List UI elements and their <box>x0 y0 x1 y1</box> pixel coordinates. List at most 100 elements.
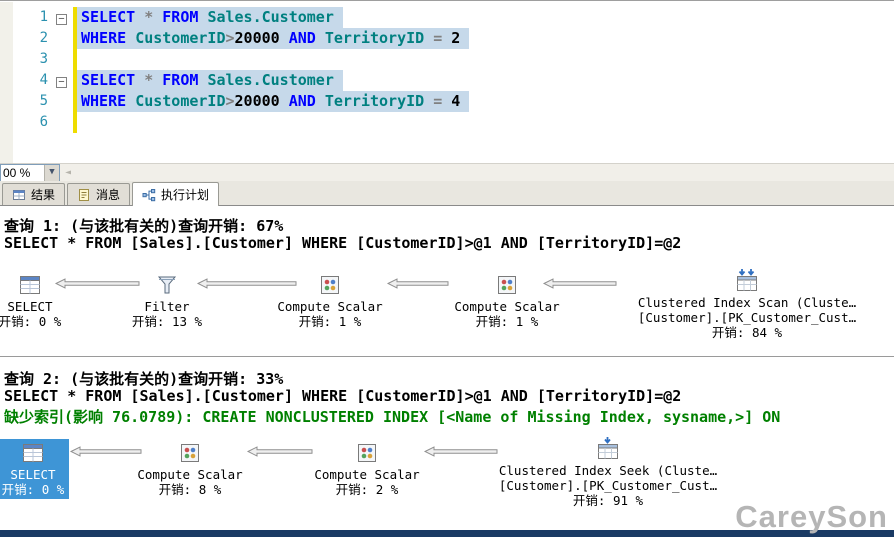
index-scan-icon <box>734 268 760 294</box>
sql-token: SELECT <box>81 8 135 26</box>
sql-token <box>126 29 135 47</box>
sql-token: TerritoryID <box>325 92 424 110</box>
tab-label: 执行计划 <box>161 186 209 203</box>
query-header: 查询 2: (与该批有关的)查询开销: 33% <box>0 360 894 387</box>
node-cost: 开销: 8 % <box>137 482 242 497</box>
line-number: 1 <box>0 7 56 28</box>
query-statement: SELECT * FROM [Sales].[Customer] WHERE [… <box>0 234 894 253</box>
plan-node-box: Compute Scalar开销: 2 % <box>309 439 424 499</box>
node-cost: 开销: 84 % <box>638 325 856 340</box>
ssms-query-window: 1−SELECT * FROM Sales.Customer2WHERE Cus… <box>0 0 894 537</box>
code-text: SELECT * FROM Sales.Customer <box>77 70 343 91</box>
sql-token: 2 <box>451 29 460 47</box>
plan-node-clustered-index-seek[interactable]: Clustered Index Seek (Cluste…[Customer].… <box>468 435 748 510</box>
sql-token: = <box>424 92 451 110</box>
compute-scalar-icon <box>317 272 343 298</box>
sql-editor[interactable]: 1−SELECT * FROM Sales.Customer2WHERE Cus… <box>0 2 894 163</box>
results-tab-bar: 结果消息 执行计划 <box>0 181 894 206</box>
query-header: 查询 1: (与该批有关的)查询开销: 67% <box>0 207 894 234</box>
tab-execution-plan[interactable]: 执行计划 <box>132 182 219 206</box>
zoom-value: 00 % <box>1 166 44 180</box>
scroll-left-icon[interactable]: ◄ <box>65 167 71 178</box>
sql-token: AND <box>289 29 316 47</box>
results-grid-icon <box>12 188 26 202</box>
sql-token <box>280 29 289 47</box>
code-text <box>77 49 90 70</box>
editor-line[interactable]: 2WHERE CustomerID>20000 AND TerritoryID … <box>0 28 894 49</box>
compute-scalar-icon <box>177 440 203 466</box>
plan-node-compute-scalar[interactable]: Compute Scalar开销: 8 % <box>100 439 280 499</box>
sql-token: TerritoryID <box>325 29 424 47</box>
node-label: Compute Scalar <box>137 467 242 482</box>
chevron-down-icon[interactable]: ▼ <box>44 165 59 181</box>
code-text <box>77 112 90 133</box>
query-separator <box>0 356 894 357</box>
code-text: WHERE CustomerID>20000 AND TerritoryID =… <box>77 28 469 49</box>
sql-token: 4 <box>451 92 460 110</box>
plan-node-compute-scalar[interactable]: Compute Scalar开销: 2 % <box>277 439 457 499</box>
editor-bottom-strip: 00 % ▼ ◄ <box>0 163 894 181</box>
node-cost: 开销: 1 % <box>277 314 382 329</box>
editor-line[interactable]: 1−SELECT * FROM Sales.Customer <box>0 7 894 28</box>
line-number: 3 <box>0 49 56 70</box>
node-cost: 开销: 13 % <box>132 314 202 329</box>
plan-node-filter[interactable]: Filter开销: 13 % <box>77 271 257 331</box>
plan-node-compute-scalar[interactable]: Compute Scalar开销: 1 % <box>240 271 420 331</box>
node-label: Clustered Index Seek (Cluste… <box>499 463 717 478</box>
sql-token: CustomerID <box>135 29 225 47</box>
editor-line[interactable]: 4−SELECT * FROM Sales.Customer <box>0 70 894 91</box>
sql-token <box>126 92 135 110</box>
line-number: 2 <box>0 28 56 49</box>
line-number: 5 <box>0 91 56 112</box>
plan-node-compute-scalar[interactable]: Compute Scalar开销: 1 % <box>417 271 597 331</box>
messages-icon <box>77 188 91 202</box>
plan-node-box: Compute Scalar开销: 8 % <box>132 439 247 499</box>
sql-token <box>316 29 325 47</box>
sql-token <box>316 92 325 110</box>
zoom-select[interactable]: 00 % ▼ <box>0 164 60 182</box>
query-statement: SELECT * FROM [Sales].[Customer] WHERE [… <box>0 387 894 406</box>
editor-line[interactable]: 3 <box>0 49 894 70</box>
plan-node-box: SELECT开销: 0 % <box>0 271 66 331</box>
node-label: Compute Scalar <box>277 299 382 314</box>
sql-token <box>280 92 289 110</box>
watermark: CareySon <box>735 499 888 535</box>
sql-token: AND <box>289 92 316 110</box>
node-label: [Customer].[PK_Customer_Cust… <box>638 310 856 325</box>
missing-index-hint[interactable]: 缺少索引(影响 76.0789): CREATE NONCLUSTERED IN… <box>0 406 894 425</box>
plan-node-box: Clustered Index Seek (Cluste…[Customer].… <box>494 435 722 510</box>
sql-token: CustomerID <box>135 92 225 110</box>
tab-messages[interactable]: 消息 <box>67 183 130 205</box>
plan-node-box: Filter开销: 13 % <box>127 271 207 331</box>
node-cost: 开销: 1 % <box>454 314 559 329</box>
sql-token: * <box>135 71 162 89</box>
node-label: [Customer].[PK_Customer_Cust… <box>499 478 717 493</box>
editor-line[interactable]: 5WHERE CustomerID>20000 AND TerritoryID … <box>0 91 894 112</box>
node-cost: 开销: 91 % <box>499 493 717 508</box>
node-label: SELECT <box>0 299 61 314</box>
line-number: 4 <box>0 70 56 91</box>
sql-token: FROM <box>162 71 198 89</box>
editor-line[interactable]: 6 <box>0 112 894 133</box>
sql-token: SELECT <box>81 71 135 89</box>
collapse-column <box>56 49 73 70</box>
plan-node-box: SELECT开销: 0 % <box>0 439 69 499</box>
node-label: Compute Scalar <box>454 299 559 314</box>
collapse-toggle-icon[interactable]: − <box>56 77 67 88</box>
index-seek-icon <box>595 436 621 462</box>
select-op-icon <box>20 440 46 466</box>
horizontal-scrollbar[interactable]: ◄ <box>60 164 894 181</box>
plan-diagram: SELECT开销: 0 % Filter开销: 13 % Compute Scala… <box>0 253 894 353</box>
collapse-column <box>56 112 73 133</box>
tab-results[interactable]: 结果 <box>2 183 65 205</box>
compute-scalar-icon <box>354 440 380 466</box>
select-op-icon <box>17 272 43 298</box>
sql-token: > <box>226 29 235 47</box>
sql-token: 20000 <box>235 29 280 47</box>
plan-node-clustered-index-scan[interactable]: Clustered Index Scan (Cluste…[Customer].… <box>607 267 887 342</box>
sql-token: > <box>226 92 235 110</box>
collapse-toggle-icon[interactable]: − <box>56 14 67 25</box>
sql-token: WHERE <box>81 29 126 47</box>
sql-token: Sales.Customer <box>207 71 333 89</box>
sql-token: * <box>135 8 162 26</box>
